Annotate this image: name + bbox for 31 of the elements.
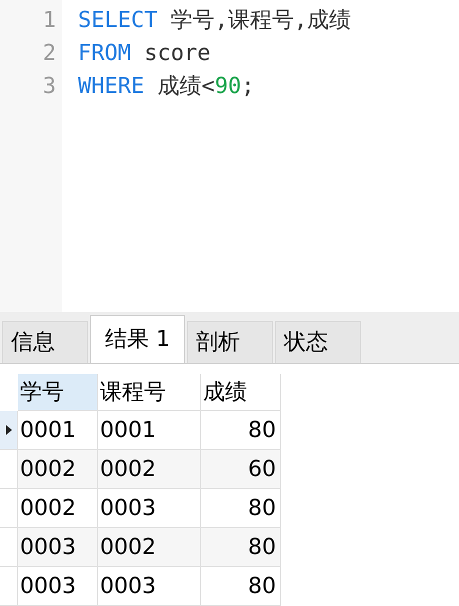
table-cell: 0002 bbox=[98, 528, 201, 567]
row-indicator[interactable] bbox=[0, 411, 18, 450]
table-cell: 80 bbox=[201, 528, 281, 567]
table-cell: 80 bbox=[201, 489, 281, 528]
result-tab[interactable]: 结果 1 bbox=[90, 315, 185, 363]
table-cell: 0001 bbox=[18, 411, 98, 450]
code-line: FROM score bbox=[78, 40, 212, 68]
line-number: 2 bbox=[42, 40, 56, 68]
table-cell: 60 bbox=[201, 450, 281, 489]
table-cell: 0002 bbox=[18, 450, 98, 489]
column-header[interactable]: 课程号 bbox=[98, 374, 201, 411]
code-editor[interactable]: 1 2 3 SELECT 学号,课程号,成绩 FROM score WHERE 成绩<90; bbox=[0, 0, 459, 315]
result-tab[interactable]: 状态 bbox=[275, 321, 361, 363]
table-cell: 0003 bbox=[18, 528, 98, 567]
column-header[interactable]: 学号 bbox=[18, 374, 98, 411]
table-cell: 0002 bbox=[18, 489, 98, 528]
row-pointer-icon bbox=[6, 425, 12, 435]
column-header[interactable]: 成绩 bbox=[201, 374, 281, 411]
table-cell: 80 bbox=[201, 411, 281, 450]
line-number: 3 bbox=[42, 73, 56, 101]
table-cell: 0002 bbox=[98, 450, 201, 489]
code-line: SELECT 学号,课程号,成绩 bbox=[78, 7, 352, 35]
table-cell: 0001 bbox=[98, 411, 201, 450]
table-cell: 0003 bbox=[98, 489, 201, 528]
code-line: WHERE 成绩<90; bbox=[78, 73, 256, 101]
table-cell: 0003 bbox=[98, 567, 201, 606]
line-number: 1 bbox=[42, 7, 56, 35]
table-cell: 0003 bbox=[18, 567, 98, 606]
table-cell: 80 bbox=[201, 567, 281, 606]
result-tab[interactable]: 剖析 bbox=[187, 321, 273, 363]
result-tab[interactable]: 信息 bbox=[2, 321, 88, 363]
